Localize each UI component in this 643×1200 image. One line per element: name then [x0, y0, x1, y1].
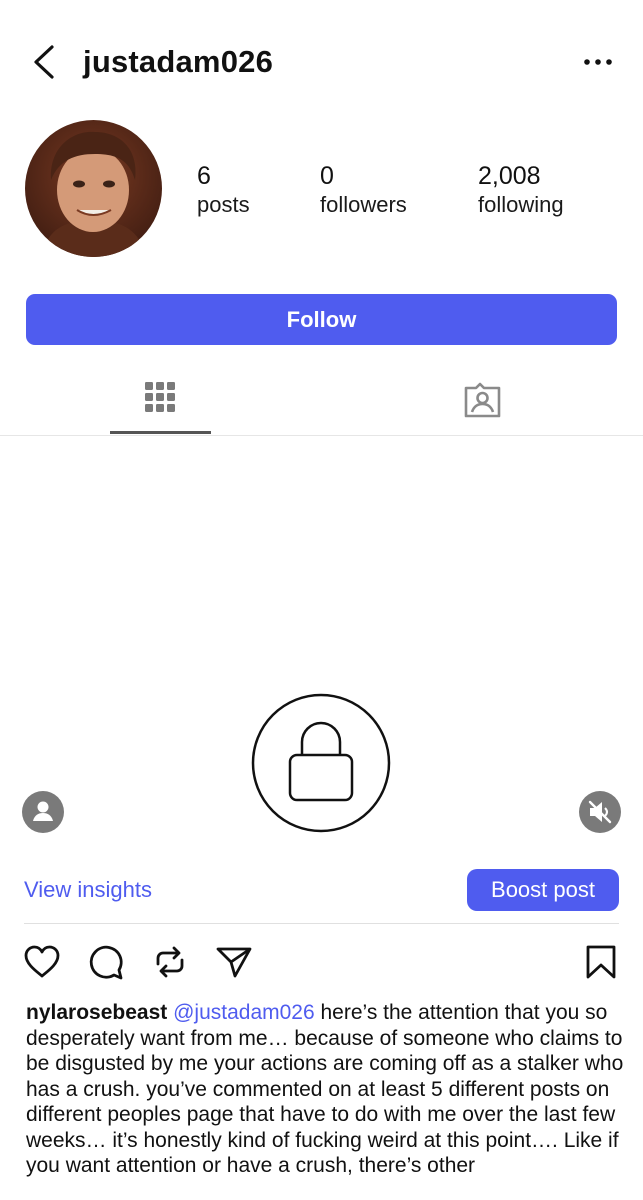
- caption-text: here’s the attention that you so despera…: [26, 1001, 624, 1177]
- active-tab-indicator: [110, 431, 211, 434]
- profile-username-title: justadam026: [83, 44, 274, 79]
- repost-icon: [156, 946, 184, 978]
- save-button[interactable]: [581, 942, 621, 982]
- stat-following-count: 2,008: [478, 162, 541, 190]
- stat-followers[interactable]: 0 followers: [320, 160, 407, 218]
- avatar[interactable]: [25, 120, 162, 257]
- back-button[interactable]: [26, 40, 66, 84]
- comment-icon: [89, 945, 123, 980]
- tab-posts-grid[interactable]: [110, 370, 211, 434]
- stat-posts[interactable]: 6 posts: [197, 160, 250, 218]
- private-post-media[interactable]: [251, 693, 391, 833]
- person-icon: [33, 801, 53, 821]
- stat-following[interactable]: 2,008 following: [478, 160, 564, 218]
- stat-followers-label: followers: [320, 192, 407, 217]
- mute-toggle-button[interactable]: [579, 791, 621, 833]
- send-icon: [216, 947, 252, 978]
- lock-icon: [251, 693, 391, 833]
- more-options-button[interactable]: [578, 44, 618, 80]
- profile-photo: [25, 120, 162, 257]
- post-caption: nylarosebeast @justadam026 here’s the at…: [26, 1000, 626, 1179]
- stat-posts-count: 6: [197, 162, 211, 190]
- caption-mention[interactable]: @justadam026: [173, 1001, 315, 1024]
- like-button[interactable]: [22, 942, 62, 982]
- tagged-person-icon: [464, 382, 501, 418]
- comment-button[interactable]: [86, 942, 126, 982]
- stat-followers-count: 0: [320, 162, 334, 190]
- tabs-divider: [0, 435, 643, 436]
- speaker-muted-icon: [588, 800, 612, 824]
- bookmark-icon: [586, 945, 616, 979]
- caption-author[interactable]: nylarosebeast: [26, 1001, 167, 1024]
- stat-posts-label: posts: [197, 192, 250, 217]
- follow-button[interactable]: Follow: [26, 294, 617, 345]
- chevron-left-icon: [34, 45, 54, 79]
- repost-button[interactable]: [150, 942, 190, 982]
- share-button[interactable]: [214, 942, 254, 982]
- user-tags-button[interactable]: [22, 791, 64, 833]
- tab-tagged[interactable]: [432, 370, 533, 434]
- boost-post-button[interactable]: Boost post: [467, 869, 619, 911]
- more-horizontal-icon: [584, 59, 612, 65]
- stat-following-label: following: [478, 192, 564, 217]
- view-insights-link[interactable]: View insights: [24, 872, 152, 908]
- grid-icon: [145, 382, 175, 412]
- heart-icon: [24, 945, 60, 978]
- actions-divider: [24, 923, 619, 924]
